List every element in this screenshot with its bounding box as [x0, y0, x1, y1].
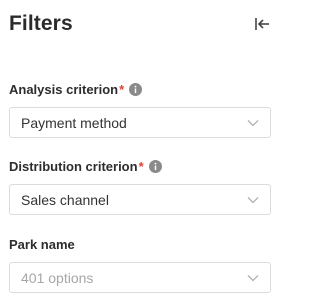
required-marker: *: [138, 158, 144, 174]
park-name-field: Park name 401 options: [9, 236, 271, 293]
chevron-down-icon: [247, 119, 259, 127]
distribution-criterion-select[interactable]: Sales channel: [9, 184, 271, 215]
analysis-criterion-select[interactable]: Payment method: [9, 107, 271, 138]
distribution-criterion-value: Sales channel: [21, 191, 109, 208]
filters-panel: Filters Analysis criterion * Payment met…: [0, 0, 281, 304]
chevron-down-icon: [247, 274, 259, 282]
collapse-panel-button[interactable]: [252, 14, 272, 34]
park-name-placeholder: 401 options: [21, 269, 94, 286]
panel-title: Filters: [9, 12, 73, 35]
distribution-criterion-label: Distribution criterion: [9, 158, 138, 174]
panel-header: Filters: [9, 12, 281, 40]
info-icon[interactable]: [129, 82, 143, 96]
info-icon[interactable]: [148, 159, 162, 173]
park-name-label: Park name: [9, 236, 75, 252]
park-name-select[interactable]: 401 options: [9, 262, 271, 293]
collapse-left-icon: [255, 18, 269, 30]
chevron-down-icon: [247, 196, 259, 204]
analysis-criterion-value: Payment method: [21, 114, 127, 131]
required-marker: *: [119, 81, 125, 97]
analysis-criterion-field: Analysis criterion * Payment method: [9, 81, 271, 138]
distribution-criterion-field: Distribution criterion * Sales channel: [9, 158, 271, 215]
analysis-criterion-label: Analysis criterion: [9, 81, 119, 97]
